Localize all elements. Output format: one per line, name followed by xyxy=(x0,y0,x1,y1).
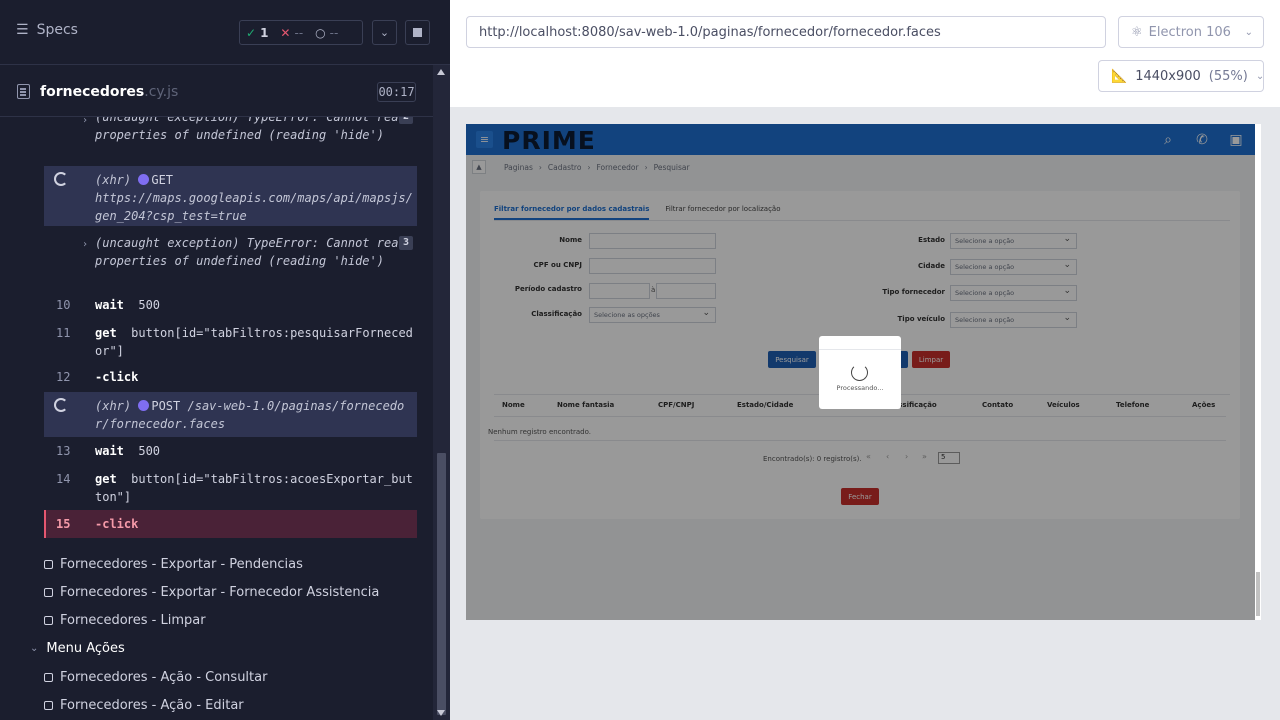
test-pending-icon xyxy=(44,673,53,682)
command-click-current[interactable]: 15 -click xyxy=(44,510,417,538)
pending-stat: ○ -- xyxy=(315,25,339,40)
browser-selector[interactable]: ⚛ Electron 106 ⌄ xyxy=(1118,16,1264,48)
stop-button[interactable] xyxy=(405,20,430,45)
specs-label: Specs xyxy=(36,22,78,38)
document-icon xyxy=(17,84,30,99)
reporter-header: ☰ Specs ✓ 1 ✕ -- ○ -- ⌄ xyxy=(0,0,450,65)
loading-dialog: Processando... xyxy=(819,336,901,409)
app-scroll-thumb[interactable] xyxy=(1256,572,1260,616)
command-get[interactable]: 14 get button[id="tabFiltros:acoesExport… xyxy=(44,470,417,508)
command-xhr-get[interactable]: (xhr) GET https://maps.googleapis.com/map… xyxy=(44,166,417,226)
scroll-down-icon[interactable] xyxy=(437,710,445,716)
suite-menu-acoes[interactable]: ⌄ Menu Ações xyxy=(30,641,125,656)
chevron-right-icon: › xyxy=(82,117,89,126)
chevron-down-icon[interactable]: ⌄ xyxy=(372,20,397,45)
chevron-down-icon: ⌄ xyxy=(1244,26,1253,38)
app-under-test: ≡ PRIME ⌕ ✆ ▣ ▲ Paginas › Cadastro › Forne… xyxy=(466,124,1261,620)
command-xhr-post[interactable]: (xhr) POST /sav-web-1.0/paginas/forneced… xyxy=(44,392,417,437)
test-pending-icon xyxy=(44,616,53,625)
loading-text: Processando... xyxy=(836,384,884,392)
chevron-right-icon: › xyxy=(82,239,89,250)
test-item[interactable]: Fornecedores - Limpar xyxy=(44,613,206,628)
passed-stat: ✓ 1 xyxy=(246,25,269,40)
chevron-down-icon: ⌄ xyxy=(30,643,39,654)
test-pending-icon xyxy=(44,560,53,569)
command-wait[interactable]: 10 wait 500 xyxy=(44,296,417,316)
viewport-info[interactable]: 📐 1440x900 (55%) ⌄ xyxy=(1098,60,1264,92)
command-get[interactable]: 11 get button[id="tabFiltros:pesquisarFo… xyxy=(44,324,417,362)
command-wait[interactable]: 13 wait 500 xyxy=(44,442,417,462)
test-item[interactable]: Fornecedores - Ação - Consultar xyxy=(44,670,267,685)
specs-list-icon: ☰ xyxy=(16,22,29,38)
test-stats: ✓ 1 ✕ -- ○ -- xyxy=(239,20,363,45)
app-scrollbar[interactable] xyxy=(1255,124,1261,620)
loading-spinner-icon xyxy=(54,172,68,186)
command-log: › (uncaught exception) TypeError: Cannot… xyxy=(0,117,433,720)
test-pending-icon xyxy=(44,701,53,710)
scroll-up-icon[interactable] xyxy=(437,69,445,75)
xhr-dot-icon xyxy=(138,400,150,411)
url-bar[interactable]: http://localhost:8080/sav-web-1.0/pagina… xyxy=(466,16,1106,48)
command-uncaught-exception[interactable]: › (uncaught exception) TypeError: Cannot… xyxy=(44,234,417,292)
loading-spinner-icon xyxy=(851,364,868,381)
stop-icon xyxy=(413,28,422,37)
loading-spinner-icon xyxy=(54,398,68,412)
count-badge: 3 xyxy=(399,236,413,250)
ruler-icon: 📐 xyxy=(1111,68,1128,84)
spec-file-name[interactable]: fornecedores.cy.js xyxy=(40,84,178,100)
reporter-scrollbar[interactable] xyxy=(433,65,450,720)
cypress-reporter: ☰ Specs ✓ 1 ✕ -- ○ -- ⌄ fornecedores.cy.… xyxy=(0,0,450,720)
command-click[interactable]: 12 -click xyxy=(44,368,417,388)
scroll-thumb[interactable] xyxy=(437,453,446,715)
test-item[interactable]: Fornecedores - Ação - Editar xyxy=(44,698,244,713)
test-pending-icon xyxy=(44,588,53,597)
runner-header: http://localhost:8080/sav-web-1.0/pagina… xyxy=(450,0,1280,107)
test-item[interactable]: Fornecedores - Exportar - Pendencias xyxy=(44,557,303,572)
command-uncaught-exception[interactable]: › (uncaught exception) TypeError: Cannot… xyxy=(44,117,417,161)
spec-duration: 00:17 xyxy=(377,82,416,102)
electron-icon: ⚛ xyxy=(1131,24,1143,40)
chevron-down-icon: ⌄ xyxy=(1255,70,1265,82)
xhr-dot-icon xyxy=(138,174,150,185)
failed-stat: ✕ -- xyxy=(280,25,304,40)
specs-toggle-button[interactable]: ☰ Specs xyxy=(16,22,78,38)
count-badge: 2 xyxy=(399,117,413,124)
test-item[interactable]: Fornecedores - Exportar - Fornecedor Ass… xyxy=(44,585,379,600)
